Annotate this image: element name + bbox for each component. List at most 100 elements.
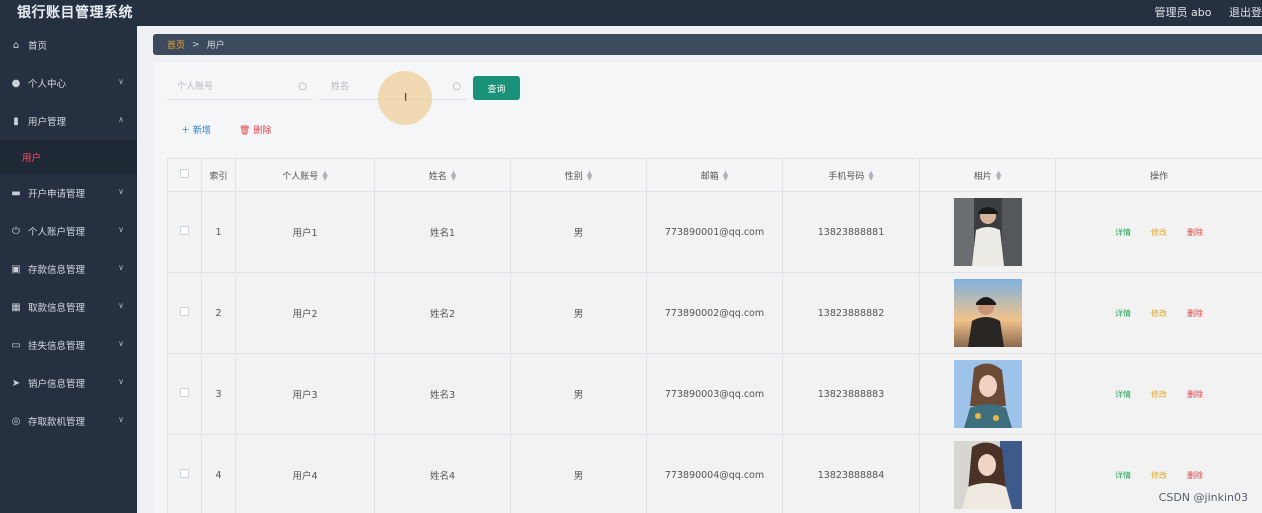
sort-icon[interactable]: ▲ ▼ — [996, 170, 1001, 182]
add-button-label: 新增 — [192, 126, 211, 136]
detail-button[interactable]: 详情 — [1115, 470, 1131, 481]
sidebar-item-label: 销户信息管理 — [28, 379, 86, 390]
table-row: 4 用户4 姓名4 男 773890004@qq.com 13823888884… — [167, 434, 1262, 513]
detail-button[interactable]: 详情 — [1115, 227, 1131, 238]
edit-button[interactable]: 修改 — [1151, 389, 1167, 400]
sidebar-item-loss-report[interactable]: ▭ 挂失信息管理 ∨ — [0, 326, 137, 364]
sidebar-item-label: 个人中心 — [28, 79, 67, 90]
sidebar-subitem-users[interactable]: 用户 — [0, 140, 137, 174]
sort-icon[interactable]: ▲ ▼ — [723, 170, 728, 182]
message-icon: ▭ — [11, 339, 21, 351]
row-checkbox[interactable] — [180, 307, 189, 316]
sort-icon[interactable]: ▲ ▼ — [587, 170, 592, 182]
sort-icon[interactable]: ▲ ▼ — [868, 170, 873, 182]
sidebar-item-user-management[interactable]: ▮ 用户管理 ∧ — [0, 102, 137, 140]
row-checkbox[interactable] — [180, 226, 189, 235]
cell-index: 2 — [201, 272, 236, 354]
row-checkbox[interactable] — [180, 469, 189, 478]
grid-icon: ▦ — [11, 301, 21, 313]
cell-account: 用户4 — [235, 434, 375, 513]
sidebar-item-label: 存款信息管理 — [28, 265, 86, 276]
query-button[interactable]: 查询 — [473, 76, 520, 100]
app-title: 银行账目管理系统 — [17, 5, 133, 21]
col-gender[interactable]: 性别 ▲ ▼ — [510, 158, 647, 192]
col-ops: 操作 — [1055, 158, 1262, 192]
sidebar-item-home[interactable]: ⌂ 首页 — [0, 26, 137, 64]
delete-button[interactable]: 删除 — [1187, 308, 1203, 319]
chevron-down-icon: ∨ — [118, 225, 124, 234]
table-row: 2 用户2 姓名2 男 773890002@qq.com 13823888882… — [167, 272, 1262, 354]
detail-button[interactable]: 详情 — [1115, 389, 1131, 400]
book-icon: ▬ — [11, 187, 21, 199]
watermark: CSDN @jinkin03 — [1158, 491, 1248, 504]
search-icon: ○ — [452, 81, 461, 92]
sidebar-item-account-application[interactable]: ▬ 开户申请管理 ∨ — [0, 174, 137, 212]
cell-email: 773890001@qq.com — [646, 191, 783, 273]
account-search-box: ○ — [167, 76, 313, 100]
delete-button[interactable]: 删除 — [1187, 227, 1203, 238]
sort-icon[interactable]: ▲ ▼ — [322, 170, 327, 182]
logout-link[interactable]: 退出登 — [1229, 6, 1262, 19]
cell-name: 姓名1 — [374, 191, 511, 273]
breadcrumb-separator: > — [192, 39, 200, 50]
sidebar-item-personal-account[interactable]: ⏻ 个人账户管理 ∨ — [0, 212, 137, 250]
col-name[interactable]: 姓名 ▲ ▼ — [374, 158, 511, 192]
account-search-input[interactable] — [167, 76, 313, 98]
col-phone[interactable]: 手机号码 ▲ ▼ — [782, 158, 920, 192]
delete-button-label: 删除 — [253, 126, 272, 136]
cell-gender: 男 — [510, 353, 647, 435]
col-account[interactable]: 个人账号 ▲ ▼ — [235, 158, 375, 192]
sidebar-item-label: 挂失信息管理 — [28, 341, 86, 352]
cell-phone: 13823888881 — [782, 191, 920, 273]
breadcrumb-home[interactable]: 首页 — [167, 38, 185, 51]
select-all-checkbox-cell[interactable] — [167, 158, 202, 192]
power-icon: ⏻ — [12, 225, 20, 237]
delete-button[interactable]: 删除 — [1187, 389, 1203, 400]
chevron-down-icon: ∨ — [118, 377, 124, 386]
sidebar-item-label: 首页 — [28, 41, 48, 52]
sidebar-item-deposit[interactable]: ▣ 存款信息管理 ∨ — [0, 250, 137, 288]
trash-icon: 🗑 — [239, 126, 251, 136]
user-area: 管理员 abo 退出登 — [1141, 4, 1262, 20]
sidebar-item-label: 个人账户管理 — [28, 227, 86, 238]
sidebar-item-withdrawal[interactable]: ▦ 取款信息管理 ∨ — [0, 288, 137, 326]
user-icon: ● — [11, 77, 21, 89]
cell-account: 用户1 — [235, 191, 375, 273]
chart-icon: ▮ — [13, 115, 19, 127]
cell-index: 1 — [201, 191, 236, 273]
sidebar-item-label: 存取款机管理 — [28, 417, 86, 428]
edit-button[interactable]: 修改 — [1151, 470, 1167, 481]
top-bar: 银行账目管理系统 管理员 abo 退出登 — [0, 0, 1262, 26]
cell-gender: 男 — [510, 191, 647, 273]
add-button[interactable]: ＋ 新增 — [181, 123, 211, 136]
col-email[interactable]: 邮箱 ▲ ▼ — [646, 158, 783, 192]
sidebar: ⌂ 首页 ● 个人中心 ∨ ▮ 用户管理 ∧ 用户 ▬ 开户申请管理 ∨ ⏻ 个… — [0, 26, 137, 513]
edit-button[interactable]: 修改 — [1151, 308, 1167, 319]
cell-email: 773890002@qq.com — [646, 272, 783, 354]
row-checkbox[interactable] — [180, 388, 189, 397]
col-index: 索引 — [201, 158, 236, 192]
search-icon: ○ — [298, 81, 307, 92]
sidebar-item-atm[interactable]: ◎ 存取款机管理 ∨ — [0, 402, 137, 440]
cell-email: 773890004@qq.com — [646, 434, 783, 513]
edit-button[interactable]: 修改 — [1151, 227, 1167, 238]
chevron-down-icon: ∨ — [118, 339, 124, 348]
content-panel: ○ ○ I 查询 ＋ 新增 🗑 删除 索引 个人账号▲▼ — [153, 62, 1262, 513]
user-table: 索引 个人账号 ▲ ▼ 姓名 ▲ ▼ 性别 ▲ ▼ 邮箱 ▲ ▼ 手机号码 ▲ ▼ 相片 ▲ ▼ 操作 … — [167, 158, 1262, 513]
sidebar-item-label: 取款信息管理 — [28, 303, 86, 314]
batch-delete-button[interactable]: 🗑 删除 — [239, 123, 271, 136]
col-photo[interactable]: 相片 ▲ ▼ — [919, 158, 1056, 192]
sort-icon[interactable]: ▲ ▼ — [451, 170, 456, 182]
user-photo — [953, 441, 1022, 509]
sidebar-item-account-closure[interactable]: ➤ 销户信息管理 ∨ — [0, 364, 137, 402]
detail-button[interactable]: 详情 — [1115, 308, 1131, 319]
sidebar-item-personal-center[interactable]: ● 个人中心 ∨ — [0, 64, 137, 102]
chevron-up-icon: ∧ — [118, 115, 124, 124]
plus-icon: ＋ — [181, 126, 191, 136]
trend-icon: ▣ — [11, 263, 21, 275]
cell-phone: 13823888884 — [782, 434, 920, 513]
delete-button[interactable]: 删除 — [1187, 470, 1203, 481]
cell-phone: 13823888882 — [782, 272, 920, 354]
user-photo — [953, 198, 1022, 266]
select-all-checkbox[interactable] — [180, 169, 189, 178]
